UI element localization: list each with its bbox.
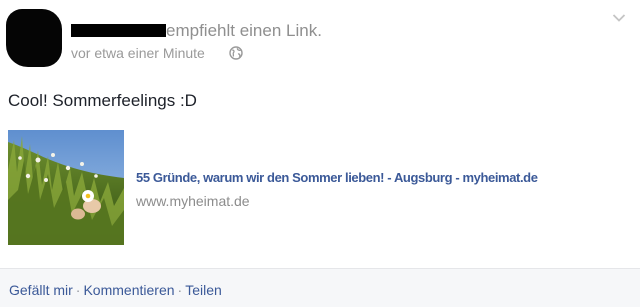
post-footer: Gefällt mir · Kommentieren · Teilen [0, 268, 640, 307]
post-text: Cool! Sommerfeelings :D [8, 91, 197, 110]
separator-dot: · [177, 282, 183, 298]
like-link[interactable]: Gefällt mir [9, 282, 73, 298]
link-title[interactable]: 55 Gründe, warum wir den Sommer lieben! … [136, 170, 538, 185]
avatar[interactable] [6, 9, 62, 67]
share-link[interactable]: Teilen [185, 282, 222, 298]
globe-icon[interactable] [229, 46, 243, 60]
chevron-down-icon[interactable] [612, 13, 626, 23]
link-thumbnail[interactable] [8, 130, 124, 245]
recommends-text: empfiehlt einen Link. [166, 21, 322, 40]
comment-link[interactable]: Kommentieren [83, 282, 174, 298]
post-timestamp[interactable]: vor etwa einer Minute [71, 45, 205, 61]
link-domain: www.myheimat.de [136, 193, 250, 209]
redacted-author-name[interactable] [71, 24, 166, 37]
action-bar: Gefällt mir · Kommentieren · Teilen [9, 282, 222, 298]
separator-dot: · [75, 282, 81, 298]
